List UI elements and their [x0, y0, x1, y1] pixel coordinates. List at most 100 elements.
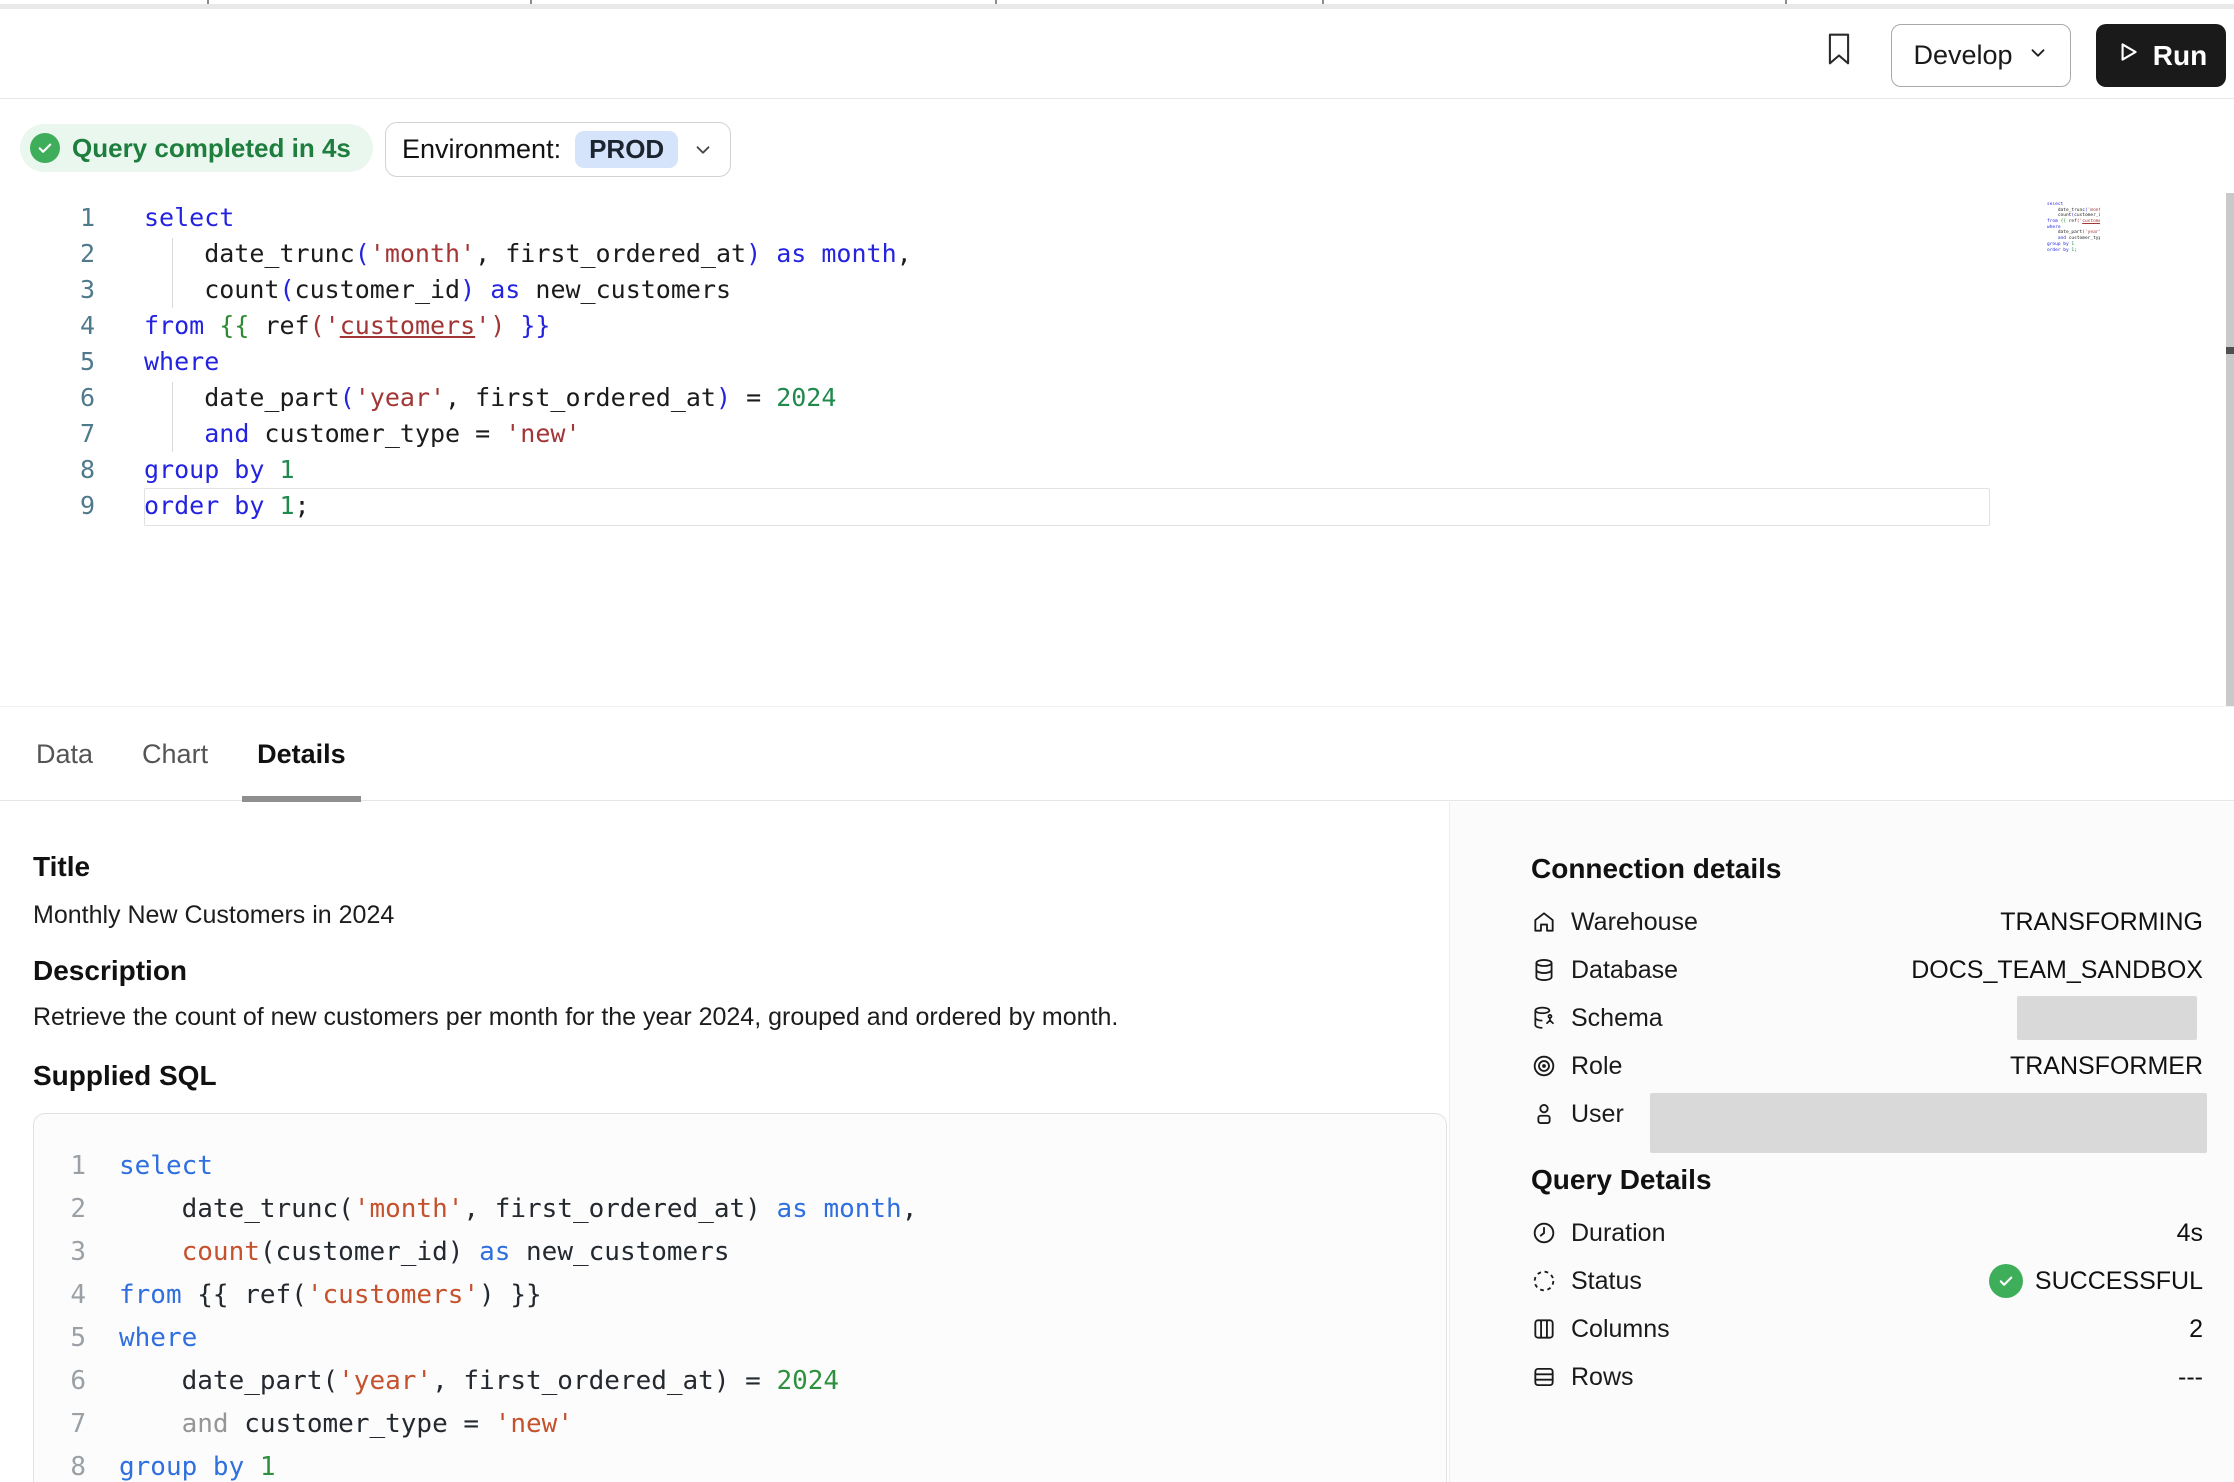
row-label: Database: [1571, 956, 1678, 985]
code-line: order by 1;: [1998, 248, 2100, 254]
role-icon: [1531, 1053, 1557, 1079]
line-number: 2: [0, 236, 95, 272]
line-number: 6: [0, 380, 95, 416]
results-tabbar: DataChartDetails: [0, 706, 2234, 801]
code-line: 4from {{ ref('customers') }}: [0, 308, 2234, 344]
row-label: Status: [1571, 1267, 1642, 1296]
description-heading: Description: [33, 954, 187, 988]
row-label: Rows: [1571, 1363, 1634, 1392]
row-label: User: [1571, 1100, 1624, 1129]
row-value: 4s: [2177, 1219, 2203, 1248]
indent-guide: [172, 382, 173, 452]
title-heading: Title: [33, 850, 90, 884]
row-label: Schema: [1571, 1004, 1663, 1033]
check-circle-icon: [30, 133, 60, 163]
row-value: DOCS_TEAM_SANDBOX: [1911, 956, 2203, 985]
editor-scrollbar[interactable]: [2226, 193, 2234, 717]
row-label: Columns: [1571, 1315, 1670, 1344]
rows-row: Rows ---: [1531, 1353, 2203, 1401]
code-line: 3 count(customer_id) as new_customers: [0, 272, 2234, 308]
editor-minimap[interactable]: select date_trunc('month', first_ordered…: [1998, 202, 2100, 266]
columns-row: Columns 2: [1531, 1305, 2203, 1353]
supplied-sql-code-block: 1select2 date_trunc('month', first_order…: [33, 1113, 1447, 1482]
code-line: 2 date_trunc('month', first_ordered_at) …: [0, 236, 2234, 272]
code-line: 2 date_trunc('month', first_ordered_at) …: [34, 1188, 1446, 1231]
user-icon: [1531, 1101, 1557, 1127]
redacted-value: [1650, 1093, 2207, 1153]
line-number: 3: [34, 1231, 86, 1274]
redacted-value: [2017, 996, 2197, 1040]
line-number: 8: [34, 1446, 86, 1482]
warehouse-icon: [1531, 909, 1557, 935]
rows-icon: [1531, 1364, 1557, 1390]
toolbar: Develop Run: [0, 9, 2234, 99]
develop-dropdown-button[interactable]: Develop: [1891, 24, 2071, 87]
environment-value-pill: PROD: [575, 131, 678, 168]
connection-details-rows: WarehouseTRANSFORMINGDatabaseDOCS_TEAM_S…: [1531, 898, 2203, 1138]
line-number: 2: [34, 1188, 86, 1231]
play-icon: [2115, 39, 2141, 72]
check-circle-icon: [1989, 1264, 2023, 1298]
database-icon: [1531, 957, 1557, 983]
schema-icon: [1531, 1005, 1557, 1031]
code-line: 5where: [0, 344, 2234, 380]
indent-guide: [172, 238, 173, 308]
line-number: 1: [34, 1145, 86, 1188]
title-value: Monthly New Customers in 2024: [33, 898, 394, 932]
query-status-text: Query completed in 4s: [72, 133, 351, 164]
columns-icon: [1531, 1316, 1557, 1342]
ref-link[interactable]: customers: [2082, 219, 2100, 224]
status-row: Status SUCCESSFUL: [1531, 1257, 2203, 1305]
line-number: 4: [34, 1274, 86, 1317]
environment-select[interactable]: Environment: PROD: [385, 122, 731, 177]
description-value: Retrieve the count of new customers per …: [33, 1000, 1118, 1034]
develop-label: Develop: [1913, 40, 2012, 71]
run-button[interactable]: Run: [2096, 24, 2226, 87]
code-line: 3 count(customer_id) as new_customers: [34, 1231, 1446, 1274]
row-label: Role: [1571, 1052, 1622, 1081]
editor-code: 1select2 date_trunc('month', first_order…: [0, 200, 2234, 524]
code-line: 8group by 1: [0, 452, 2234, 488]
row-value: SUCCESSFUL: [1989, 1264, 2203, 1298]
line-number: 7: [0, 416, 95, 452]
details-panel: Title Monthly New Customers in 2024 Desc…: [0, 802, 2234, 1482]
run-label: Run: [2153, 40, 2207, 72]
tab-chart[interactable]: Chart: [127, 707, 223, 801]
line-number: 7: [34, 1403, 86, 1446]
connection-details-panel: Connection details WarehouseTRANSFORMING…: [1449, 802, 2234, 1482]
sql-editor[interactable]: 1select2 date_trunc('month', first_order…: [0, 200, 2234, 706]
duration-row: Duration4s: [1531, 1209, 2203, 1257]
clock-icon: [1531, 1220, 1557, 1246]
bookmark-button[interactable]: [1822, 27, 1856, 73]
code-line: 6 date_part('year', first_ordered_at) = …: [0, 380, 2234, 416]
user-row: User: [1531, 1090, 2203, 1138]
code-line: 7 and customer_type = 'new': [34, 1403, 1446, 1446]
role-row: Role TRANSFORMER: [1531, 1042, 2203, 1090]
row-value: ---: [2178, 1363, 2203, 1392]
row-value: 2: [2189, 1315, 2203, 1344]
query-metadata-section: Title Monthly New Customers in 2024 Desc…: [33, 802, 1449, 1482]
query-details-heading: Query Details: [1531, 1163, 2203, 1197]
line-number: 6: [34, 1360, 86, 1403]
row-value: TRANSFORMING: [2000, 908, 2203, 937]
code-line: 4from {{ ref('customers') }}: [34, 1274, 1446, 1317]
query-details-rows: Duration4s Status SUCCESSFUL Columns 2 Rows --…: [1531, 1209, 2203, 1401]
code-line: 8group by 1: [34, 1446, 1446, 1482]
line-number: 5: [0, 344, 95, 380]
line-number: 4: [0, 308, 95, 344]
row-value: TRANSFORMER: [2010, 1052, 2203, 1081]
bookmark-icon: [1826, 32, 1852, 69]
database-row: Database DOCS_TEAM_SANDBOX: [1531, 946, 2203, 994]
code-line: 1select: [0, 200, 2234, 236]
ref-link[interactable]: customers: [340, 311, 475, 340]
line-number: 1: [0, 200, 95, 236]
supplied-sql-heading: Supplied SQL: [33, 1059, 217, 1093]
scrollbar-marker: [2226, 347, 2234, 354]
query-status-badge: Query completed in 4s: [20, 124, 373, 172]
environment-label: Environment:: [402, 134, 561, 165]
chevron-down-icon: [2027, 40, 2049, 71]
chevron-down-icon: [692, 139, 714, 161]
code-line: 1select: [34, 1145, 1446, 1188]
tab-details[interactable]: Details: [242, 707, 361, 801]
tab-data[interactable]: Data: [21, 707, 108, 801]
